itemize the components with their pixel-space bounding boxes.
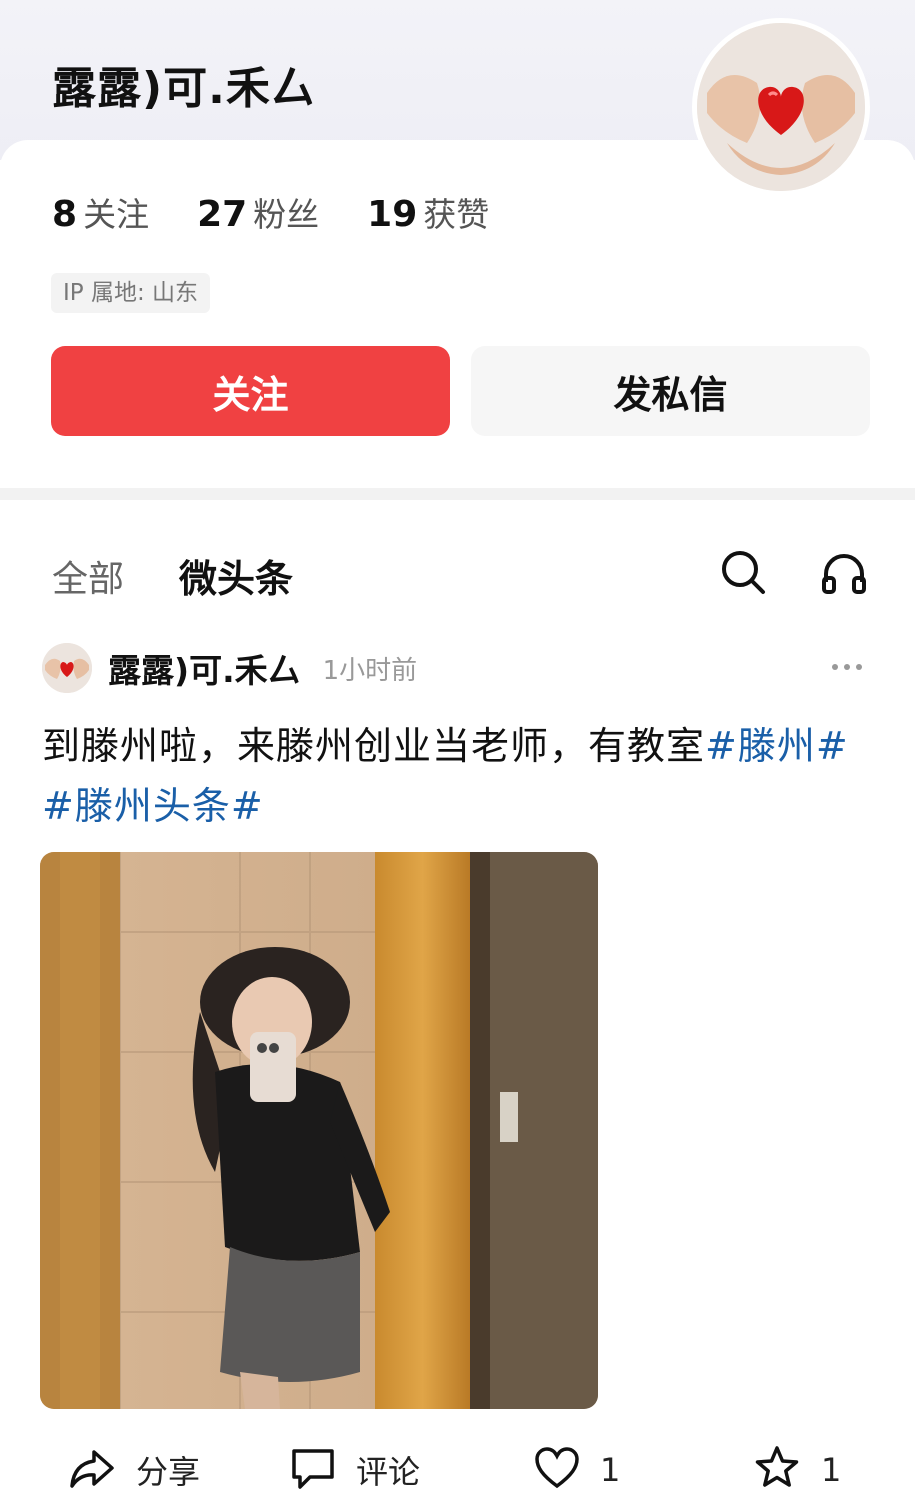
post-body[interactable]: 到滕州啦，来滕州创业当老师，有教室#滕州# #滕州头条# bbox=[42, 716, 872, 836]
stat-likes-label: 获赞 bbox=[423, 195, 490, 234]
post-header: 露露)可.禾厶 1小时前 bbox=[42, 643, 417, 693]
stat-following[interactable]: 8 关注 bbox=[52, 188, 149, 236]
stat-following-count: 8 bbox=[52, 194, 78, 235]
share-button[interactable]: 分享 bbox=[68, 1440, 200, 1500]
stat-followers-count: 27 bbox=[197, 194, 248, 235]
search-icon[interactable] bbox=[719, 548, 767, 596]
heart-icon bbox=[534, 1445, 580, 1495]
stat-following-label: 关注 bbox=[83, 195, 150, 234]
section-divider bbox=[0, 488, 915, 500]
tab-all[interactable]: 全部 bbox=[52, 550, 124, 602]
comment-button[interactable]: 评论 bbox=[290, 1440, 420, 1500]
share-icon bbox=[68, 1444, 116, 1496]
stat-followers[interactable]: 27 粉丝 bbox=[197, 188, 319, 236]
favorite-count: 1 bbox=[821, 1451, 842, 1489]
hashtag-link[interactable]: #滕州# bbox=[705, 724, 849, 768]
stat-followers-label: 粉丝 bbox=[253, 195, 320, 234]
more-dots-icon[interactable] bbox=[832, 664, 868, 670]
like-count: 1 bbox=[600, 1451, 621, 1489]
post-author-avatar[interactable] bbox=[42, 643, 92, 693]
like-button[interactable]: 1 bbox=[534, 1440, 620, 1500]
stat-likes[interactable]: 19 获赞 bbox=[367, 188, 489, 236]
avatar-image bbox=[697, 23, 865, 191]
post-author-name[interactable]: 露露)可.禾厶 bbox=[108, 644, 301, 692]
follow-button[interactable]: 关注 bbox=[51, 346, 450, 436]
star-icon bbox=[753, 1444, 801, 1496]
post-text: 到滕州啦，来滕州创业当老师，有教室 bbox=[42, 724, 706, 768]
stat-likes-count: 19 bbox=[367, 194, 418, 235]
post-timestamp: 1小时前 bbox=[322, 655, 418, 686]
profile-stats: 8 关注 27 粉丝 19 获赞 bbox=[52, 188, 537, 236]
comment-icon bbox=[290, 1445, 336, 1495]
hashtag-link[interactable]: #滕州头条# bbox=[42, 784, 264, 828]
favorite-button[interactable]: 1 bbox=[753, 1440, 841, 1500]
share-label: 分享 bbox=[136, 1453, 201, 1491]
ip-location-badge: IP 属地: 山东 bbox=[51, 273, 211, 313]
post-action-bar: 分享 评论 1 1 bbox=[0, 1440, 915, 1500]
content-tabs: 全部 微头条 bbox=[52, 548, 293, 603]
headphones-icon[interactable] bbox=[820, 548, 868, 596]
comment-label: 评论 bbox=[356, 1453, 421, 1491]
profile-avatar[interactable] bbox=[692, 18, 870, 196]
tab-micro-headlines[interactable]: 微头条 bbox=[179, 548, 293, 603]
post-photo[interactable] bbox=[40, 852, 598, 1409]
profile-name: 露露)可.禾厶 bbox=[52, 63, 316, 114]
message-button[interactable]: 发私信 bbox=[471, 346, 870, 436]
